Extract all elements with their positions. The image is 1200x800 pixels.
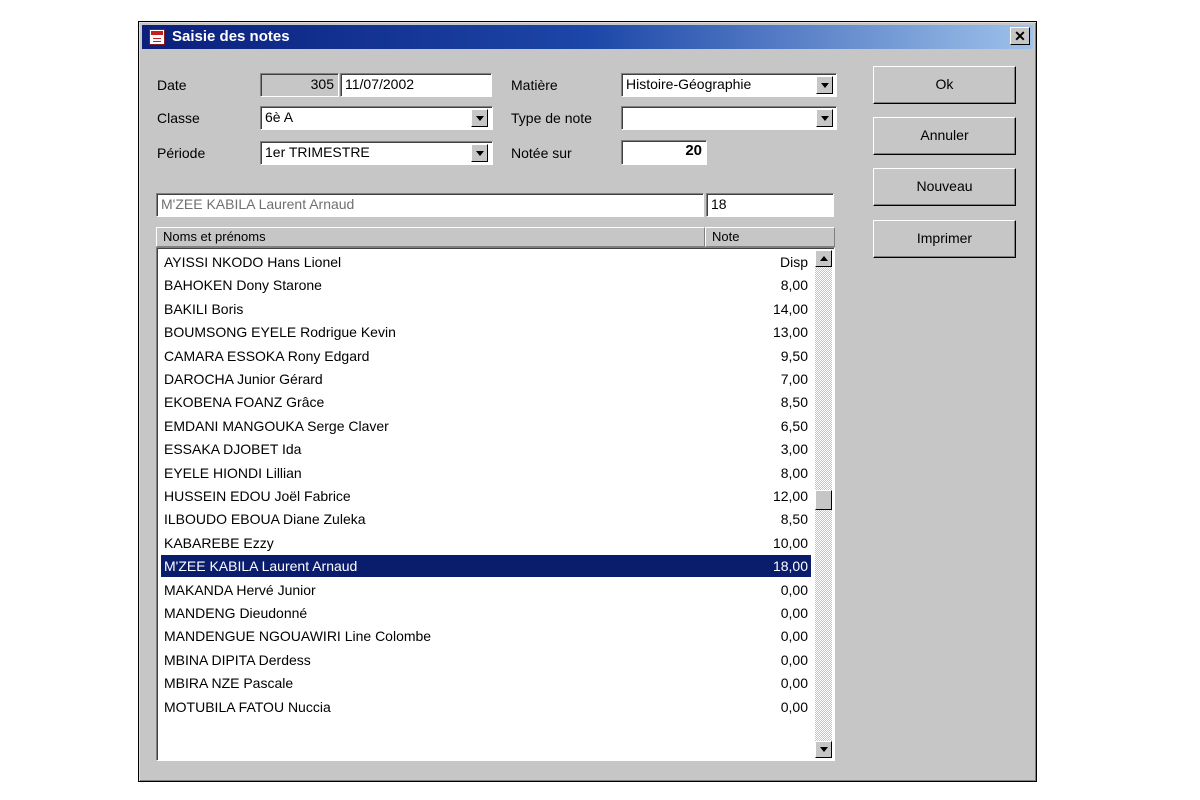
student-name: EYELE HIONDI Lillian bbox=[164, 464, 302, 481]
list-item[interactable]: HUSSEIN EDOU Joël Fabrice 12,00 bbox=[161, 485, 811, 507]
current-note-field[interactable]: 18 bbox=[706, 193, 834, 217]
list-item[interactable]: MBIRA NZE Pascale 0,00 bbox=[161, 672, 811, 694]
chevron-down-icon[interactable] bbox=[816, 109, 833, 127]
list-item[interactable]: ESSAKA DJOBET Ida 3,00 bbox=[161, 438, 811, 460]
student-note: 3,00 bbox=[780, 441, 808, 458]
matiere-select[interactable]: Histoire-Géographie bbox=[621, 73, 837, 97]
date-label: Date bbox=[157, 77, 187, 93]
student-note: 0,00 bbox=[780, 698, 808, 715]
student-name: BOUMSONG EYELE Rodrigue Kevin bbox=[164, 324, 396, 341]
student-name: EMDANI MANGOUKA Serge Claver bbox=[164, 417, 389, 434]
classe-select[interactable]: 6è A bbox=[260, 106, 493, 130]
student-note: 13,00 bbox=[772, 324, 808, 341]
list-item[interactable]: MANDENG Dieudonné 0,00 bbox=[161, 602, 811, 624]
student-note: 10,00 bbox=[772, 534, 808, 551]
list-item[interactable]: BOUMSONG EYELE Rodrigue Kevin 13,00 bbox=[161, 321, 811, 343]
notee-sur-label: Notée sur bbox=[511, 145, 572, 161]
chevron-down-icon[interactable] bbox=[471, 109, 488, 127]
list-item[interactable]: MAKANDA Hervé Junior 0,00 bbox=[161, 579, 811, 601]
list-item[interactable]: BAHOKEN Dony Starone 8,00 bbox=[161, 274, 811, 296]
current-student-field: M'ZEE KABILA Laurent Arnaud bbox=[156, 193, 704, 217]
list-item[interactable]: AYISSI NKODO Hans Lionel Disp bbox=[161, 251, 811, 273]
list-item[interactable]: MBINA DIPITA Derdess 0,00 bbox=[161, 649, 811, 671]
student-note: 7,00 bbox=[780, 371, 808, 387]
list-item[interactable]: EMDANI MANGOUKA Serge Claver 6,50 bbox=[161, 415, 811, 437]
student-note: Disp bbox=[779, 254, 808, 270]
periode-select[interactable]: 1er TRIMESTRE bbox=[260, 141, 493, 165]
student-note: 0,00 bbox=[780, 675, 808, 692]
student-note: 9,50 bbox=[780, 347, 808, 364]
matiere-label: Matière bbox=[511, 77, 558, 93]
student-name: MBIRA NZE Pascale bbox=[164, 675, 294, 692]
list-item[interactable]: EYELE HIONDI Lillian 8,00 bbox=[161, 462, 811, 484]
list-item[interactable]: BAKILI Boris 14,00 bbox=[161, 298, 811, 320]
student-name: AYISSI NKODO Hans Lionel bbox=[164, 254, 342, 270]
student-name: KABAREBE Ezzy bbox=[164, 534, 274, 551]
student-name: BAHOKEN Dony Starone bbox=[164, 277, 322, 294]
periode-label: Période bbox=[157, 145, 206, 161]
type-note-label: Type de note bbox=[511, 110, 592, 126]
list-item[interactable]: MOTUBILA FATOU Nuccia 0,00 bbox=[161, 696, 811, 718]
scroll-up-icon[interactable] bbox=[815, 250, 832, 267]
student-name: BAKILI Boris bbox=[164, 300, 244, 317]
scroll-down-icon[interactable] bbox=[815, 741, 832, 758]
list-item[interactable]: EKOBENA FOANZ Grâce 8,50 bbox=[161, 391, 811, 413]
student-note: 8,50 bbox=[780, 511, 808, 528]
classe-label: Classe bbox=[157, 110, 200, 126]
student-note: 8,00 bbox=[780, 464, 808, 481]
student-name: ESSAKA DJOBET Ida bbox=[164, 441, 302, 458]
column-header-note[interactable]: Note bbox=[705, 227, 835, 247]
chevron-down-icon[interactable] bbox=[471, 144, 488, 162]
student-note: 0,00 bbox=[780, 651, 808, 668]
scrollbar-thumb[interactable] bbox=[815, 490, 832, 510]
print-button[interactable]: Imprimer bbox=[873, 220, 1016, 258]
student-name: MAKANDA Hervé Junior bbox=[164, 581, 316, 598]
student-name: CAMARA ESSOKA Rony Edgard bbox=[164, 347, 370, 364]
notee-sur-field[interactable]: 20 bbox=[621, 140, 707, 165]
close-icon[interactable]: ✕ bbox=[1010, 27, 1030, 45]
student-name: MANDENGUE NGOUAWIRI Line Colombe bbox=[164, 628, 432, 645]
chevron-down-icon[interactable] bbox=[816, 76, 833, 94]
student-name: HUSSEIN EDOU Joël Fabrice bbox=[164, 488, 351, 504]
new-button[interactable]: Nouveau bbox=[873, 168, 1016, 206]
student-note: 6,50 bbox=[780, 417, 808, 434]
list-item[interactable]: DAROCHA Junior Gérard 7,00 bbox=[161, 368, 811, 390]
student-note: 8,00 bbox=[780, 277, 808, 294]
date-field[interactable]: 11/07/2002 bbox=[340, 73, 492, 97]
list-item[interactable]: MANDENGUE NGOUAWIRI Line Colombe 0,00 bbox=[161, 625, 811, 647]
student-note: 14,00 bbox=[772, 300, 808, 317]
student-name: MOTUBILA FATOU Nuccia bbox=[164, 698, 331, 715]
date-number-field: 305 bbox=[260, 73, 339, 97]
cancel-button[interactable]: Annuler bbox=[873, 117, 1016, 155]
notebook-icon bbox=[149, 29, 165, 45]
student-name: ILBOUDO EBOUA Diane Zuleka bbox=[164, 511, 366, 528]
window-title: Saisie des notes bbox=[172, 28, 290, 45]
student-note: 0,00 bbox=[780, 581, 808, 598]
column-header-name[interactable]: Noms et prénoms bbox=[156, 227, 705, 247]
list-item[interactable]: M'ZEE KABILA Laurent Arnaud 18,00 bbox=[161, 555, 811, 578]
student-note: 18,00 bbox=[772, 558, 808, 575]
ok-button[interactable]: Ok bbox=[873, 66, 1016, 104]
student-name: MANDENG Dieudonné bbox=[164, 605, 308, 621]
student-note: 8,50 bbox=[780, 394, 808, 411]
student-name: MBINA DIPITA Derdess bbox=[164, 651, 311, 668]
student-name: DAROCHA Junior Gérard bbox=[164, 371, 323, 387]
student-note: 12,00 bbox=[772, 488, 808, 504]
student-note: 0,00 bbox=[780, 605, 808, 621]
student-note: 0,00 bbox=[780, 628, 808, 645]
student-name: EKOBENA FOANZ Grâce bbox=[164, 394, 325, 411]
list-item[interactable]: ILBOUDO EBOUA Diane Zuleka 8,50 bbox=[161, 508, 811, 530]
type-note-select[interactable] bbox=[621, 106, 837, 130]
student-list[interactable]: AYISSI NKODO Hans Lionel Disp BAHOKEN Dony… bbox=[156, 247, 835, 761]
student-name: M'ZEE KABILA Laurent Arnaud bbox=[164, 558, 358, 575]
list-item[interactable]: CAMARA ESSOKA Rony Edgard 9,50 bbox=[161, 345, 811, 367]
list-item[interactable]: KABAREBE Ezzy 10,00 bbox=[161, 532, 811, 554]
